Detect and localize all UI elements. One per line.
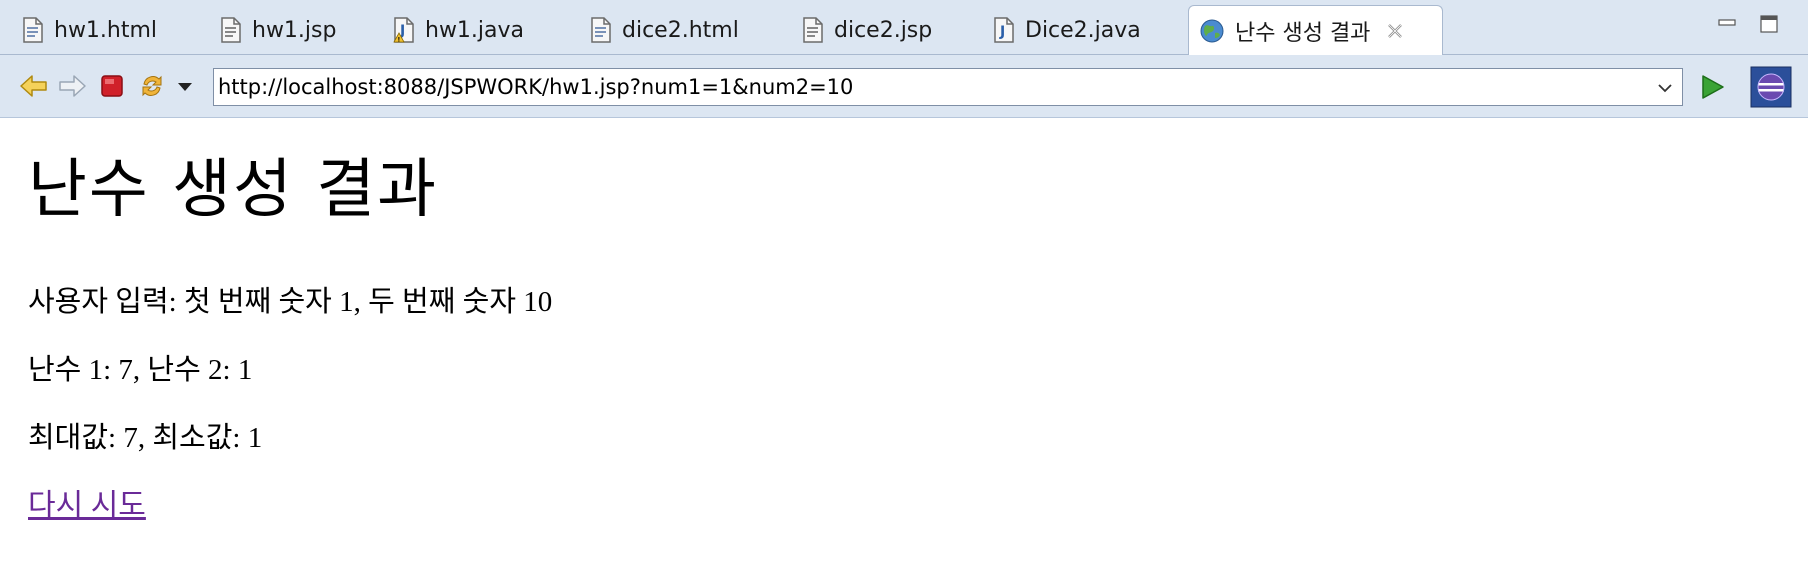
tab-label: dice2.jsp [834, 17, 933, 43]
back-arrow-icon[interactable] [18, 70, 50, 102]
tab-dice2-html[interactable]: dice2.html [590, 6, 739, 54]
chevron-down-icon[interactable] [1656, 79, 1674, 97]
window-controls [1716, 14, 1780, 34]
page-title: 난수 생성 결과 [28, 153, 438, 227]
browser-toolbar: http://localhost:8088/JSPWORK/hw1.jsp?nu… [0, 55, 1808, 118]
tab-label: dice2.html [622, 17, 739, 43]
tab-label: hw1.java [425, 17, 525, 43]
tab-label: Dice2.java [1025, 17, 1141, 43]
go-icon[interactable] [1696, 71, 1728, 103]
globe-icon [1200, 19, 1224, 42]
min-max-text: 최대값: 7, 최소값: 1 [28, 422, 263, 454]
html-file-icon [23, 17, 43, 43]
tab-hw1-jsp[interactable]: hw1.jsp [220, 6, 336, 54]
page-content: 난수 생성 결과 사용자 입력: 첫 번째 숫자 1, 두 번째 숫자 10 난… [28, 118, 1778, 522]
tab-label: hw1.jsp [252, 17, 337, 43]
forward-arrow-icon[interactable] [56, 70, 88, 102]
tab-label: 난수 생성 결과 [1235, 20, 1371, 46]
java-file-warning-icon: J ! [393, 17, 414, 44]
chevron-down-icon[interactable] [174, 70, 196, 102]
editor-tab-strip: hw1.html hw1.jsp J ! hw1.java dice2.html… [0, 0, 1808, 55]
java-file-icon: J [994, 17, 1014, 43]
user-input-text: 사용자 입력: 첫 번째 숫자 1, 두 번째 숫자 10 [28, 286, 553, 318]
tab-label: hw1.html [54, 17, 158, 43]
tab-dice2-jsp[interactable]: dice2.jsp [802, 6, 932, 54]
jsp-file-icon [803, 17, 823, 43]
random-numbers-text: 난수 1: 7, 난수 2: 1 [28, 354, 253, 386]
url-text: http://localhost:8088/JSPWORK/hw1.jsp?nu… [218, 75, 854, 99]
minimize-icon[interactable] [1716, 14, 1738, 34]
html-file-icon [591, 17, 611, 43]
eclipse-logo-icon[interactable] [1750, 66, 1792, 108]
maximize-icon[interactable] [1758, 14, 1780, 34]
close-icon[interactable] [1384, 20, 1406, 42]
tab-random-result[interactable]: 난수 생성 결과 [1188, 5, 1443, 55]
svg-text:!: ! [398, 37, 401, 44]
tab-dice2-java[interactable]: J Dice2.java [993, 6, 1141, 54]
stop-icon[interactable] [96, 70, 128, 102]
refresh-icon[interactable] [136, 70, 168, 102]
tab-hw1-java[interactable]: J ! hw1.java [393, 6, 524, 54]
tab-hw1-html[interactable]: hw1.html [22, 6, 157, 54]
url-input[interactable]: http://localhost:8088/JSPWORK/hw1.jsp?nu… [213, 68, 1683, 106]
svg-text:J: J [999, 24, 1005, 40]
retry-link[interactable]: 다시 시도 [28, 489, 146, 522]
jsp-file-icon [221, 17, 241, 43]
